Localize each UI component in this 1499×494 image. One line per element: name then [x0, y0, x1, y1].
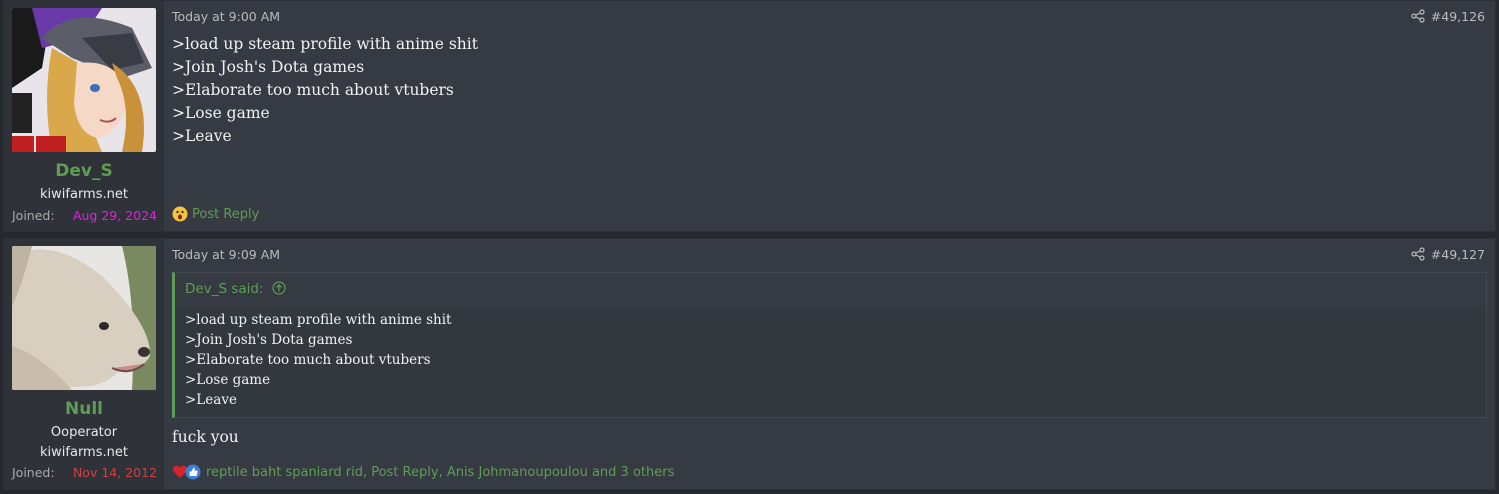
reaction-bar[interactable]: Post Reply	[172, 206, 259, 222]
username[interactable]: Null	[4, 399, 164, 419]
blockquote: Dev_S said: >load up steam profile with …	[172, 272, 1487, 418]
post-content: Today at 9:09 AM #49,127 Dev_S said: >lo…	[172, 239, 1487, 489]
joined-label: Joined:	[12, 465, 55, 480]
shocked-emoji-icon	[172, 206, 188, 222]
post-timestamp[interactable]: Today at 9:00 AM	[172, 9, 280, 24]
user-subtitle: kiwifarms.net	[40, 445, 128, 460]
joined-row: Joined: Nov 14, 2012	[12, 465, 157, 480]
body-line: fuck you	[172, 428, 239, 446]
joined-date: Aug 29, 2024	[72, 208, 157, 223]
username[interactable]: Dev_S	[4, 161, 164, 181]
quote-line: >load up steam profile with anime shit	[185, 312, 452, 328]
quote-line: >Lose game	[185, 372, 271, 388]
post-number[interactable]: #49,126	[1431, 9, 1485, 24]
reaction-text[interactable]: reptile baht spaniard rid, Post Reply, A…	[206, 465, 674, 480]
user-pane: Dev_S kiwifarms.net Joined: Aug 29, 2024	[4, 1, 164, 231]
post-49127: Null Ooperator kiwifarms.net Joined: Nov…	[3, 238, 1496, 490]
post-body: fuck you	[172, 426, 239, 449]
body-line: >load up steam profile with anime shit	[172, 35, 478, 53]
quote-author[interactable]: Dev_S said:	[185, 281, 263, 297]
post-number[interactable]: #49,127	[1431, 247, 1485, 262]
post-content: Today at 9:00 AM #49,126 >load up steam …	[172, 1, 1487, 231]
quote-line: >Join Josh's Dota games	[185, 332, 353, 348]
user-pane: Null Ooperator kiwifarms.net Joined: Nov…	[4, 239, 164, 489]
reaction-text[interactable]: Post Reply	[192, 207, 259, 222]
body-line: >Lose game	[172, 104, 270, 122]
quote-body: >load up steam profile with anime shit >…	[175, 306, 1486, 410]
post-timestamp[interactable]: Today at 9:09 AM	[172, 247, 280, 262]
post-49126: Dev_S kiwifarms.net Joined: Aug 29, 2024…	[3, 0, 1496, 232]
joined-row: Joined: Aug 29, 2024	[12, 208, 157, 223]
user-title: Ooperator	[50, 425, 118, 440]
share-icon[interactable]	[1411, 247, 1425, 261]
user-title: kiwifarms.net	[40, 187, 128, 202]
user-avatar[interactable]	[12, 8, 156, 152]
body-line: >Join Josh's Dota games	[172, 58, 365, 76]
quote-line: >Elaborate too much about vtubers	[185, 352, 431, 368]
quote-header[interactable]: Dev_S said:	[175, 273, 1486, 306]
heart-thumbs-up-icon	[172, 464, 201, 480]
share-icon[interactable]	[1411, 9, 1425, 23]
joined-label: Joined:	[12, 208, 55, 223]
post-body: >load up steam profile with anime shit >…	[172, 33, 478, 148]
user-avatar[interactable]	[12, 246, 156, 390]
arrow-up-circle-icon[interactable]	[272, 281, 286, 295]
joined-date: Nov 14, 2012	[72, 465, 157, 480]
reaction-bar[interactable]: reptile baht spaniard rid, Post Reply, A…	[172, 464, 674, 480]
body-line: >Elaborate too much about vtubers	[172, 81, 454, 99]
body-line: >Leave	[172, 127, 232, 145]
quote-line: >Leave	[185, 392, 237, 408]
